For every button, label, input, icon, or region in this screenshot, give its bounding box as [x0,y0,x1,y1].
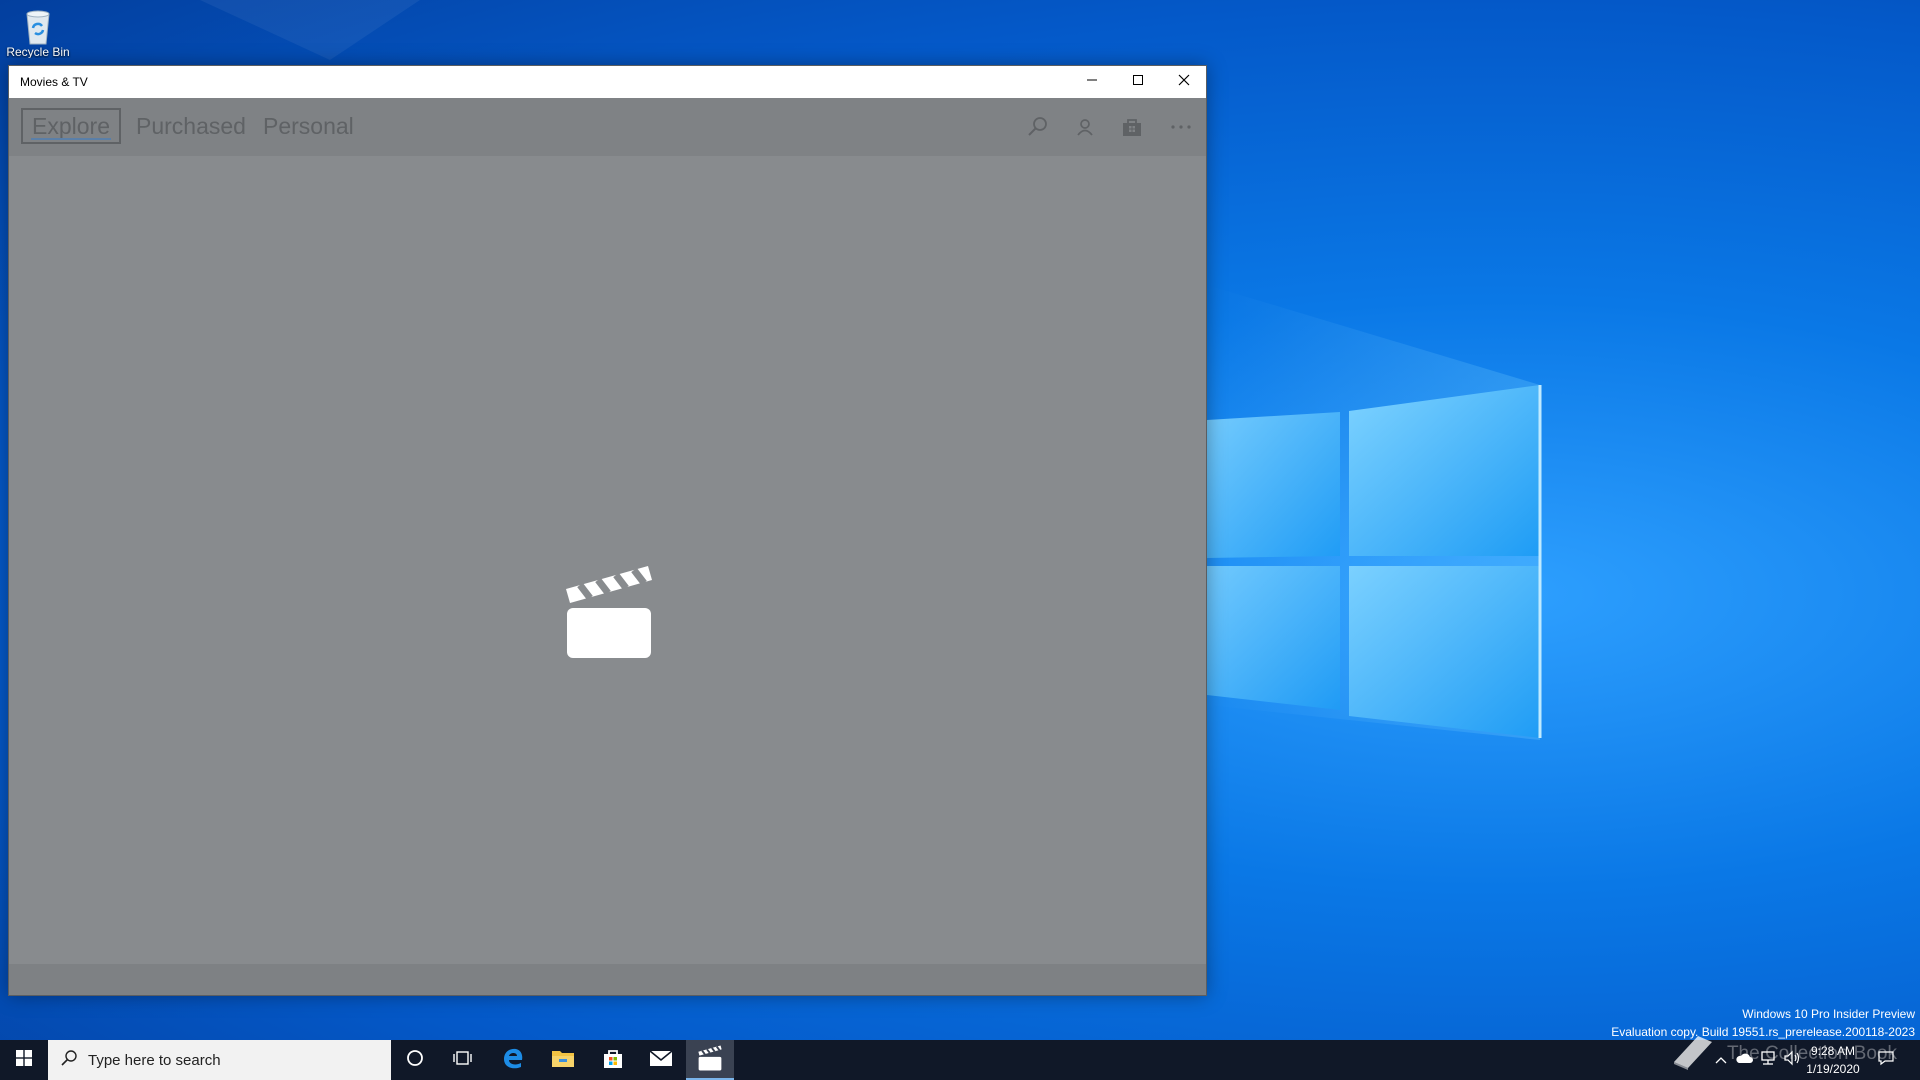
window-titlebar[interactable]: Movies & TV [9,66,1206,98]
start-button[interactable] [0,1040,48,1080]
file-explorer-button[interactable] [539,1040,587,1080]
tab-explore[interactable]: Explore [21,108,121,144]
taskbar-search-box[interactable]: Type here to search [48,1040,391,1080]
more-icon[interactable] [1168,114,1194,140]
top-navigation: Explore Purchased Personal [9,98,1206,156]
watermark-line-1: Windows 10 Pro Insider Preview [1742,1007,1915,1021]
cortana-button[interactable] [391,1040,439,1080]
content-area [9,156,1206,966]
search-icon [60,1049,78,1072]
windows-logo-icon [16,1049,32,1071]
minimize-icon [1086,73,1098,91]
desktop-icon-label: Recycle Bin [6,46,70,58]
movies-tv-icon [697,1045,723,1076]
mail-button[interactable] [637,1040,685,1080]
collection-book-watermark: The Collection Book [1670,1032,1897,1076]
account-icon[interactable] [1072,114,1098,140]
file-explorer-icon [551,1048,575,1073]
clapperboard-icon [564,564,654,660]
taskbar: Type here to search 9:28 AM 1/19/2020 [0,1040,1920,1080]
collection-book-text: The Collection Book [1726,1043,1897,1065]
maximize-button[interactable] [1115,66,1161,98]
minimize-button[interactable] [1069,66,1115,98]
movies-tv-taskbar-button[interactable] [686,1040,734,1080]
window-bottom-bar [9,964,1206,995]
close-icon [1178,73,1190,91]
store-icon[interactable] [1119,114,1145,140]
window-title: Movies & TV [20,75,88,89]
store-icon [602,1047,624,1074]
mail-icon [649,1049,673,1072]
edge-icon [501,1046,525,1075]
book-icon [1670,1032,1716,1076]
close-button[interactable] [1161,66,1207,98]
search-placeholder: Type here to search [88,1051,221,1069]
recycle-bin-icon [18,6,58,46]
store-button[interactable] [589,1040,637,1080]
maximize-icon [1132,73,1144,91]
task-view-button[interactable] [439,1040,487,1080]
cortana-icon [406,1049,424,1072]
search-icon[interactable] [1025,114,1051,140]
movies-tv-window: Movies & TV Explore Purchased Personal [8,65,1207,996]
edge-button[interactable] [489,1040,537,1080]
task-view-icon [453,1049,473,1072]
tab-personal[interactable]: Personal [254,108,363,144]
desktop-icon-recycle-bin[interactable]: Recycle Bin [4,4,72,58]
tab-purchased[interactable]: Purchased [127,108,255,144]
